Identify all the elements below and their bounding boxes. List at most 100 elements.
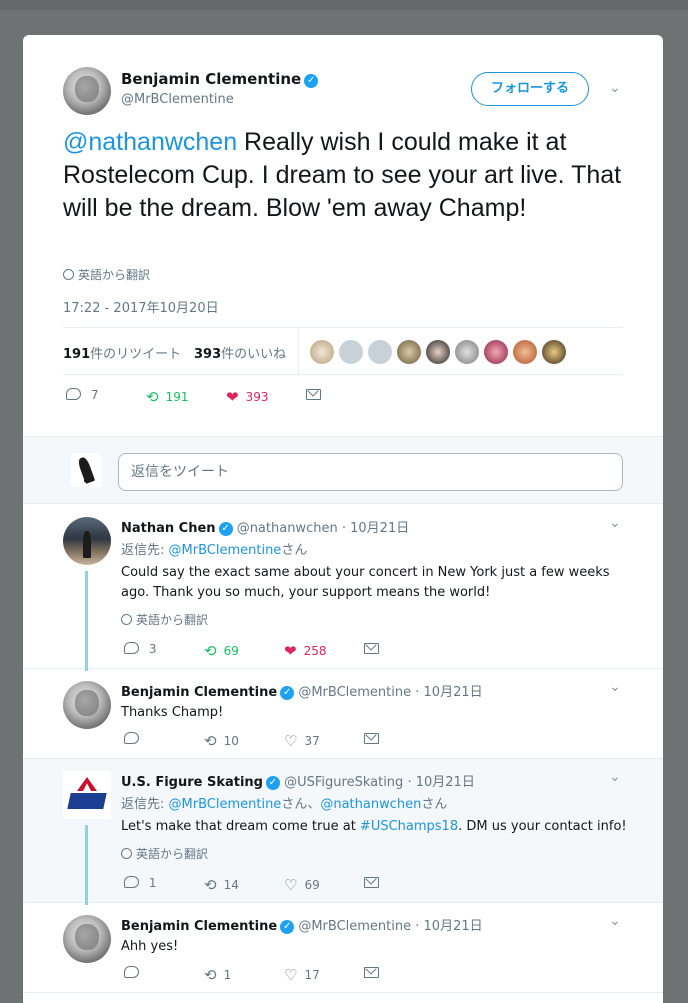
like-stat[interactable]: 393件のいいね [194, 343, 286, 362]
reply-date[interactable]: 10月21日 [416, 775, 475, 790]
like-action[interactable]: ♡ 17 [284, 966, 320, 984]
separator: · [407, 775, 412, 790]
reply-action[interactable]: 1 [124, 876, 156, 890]
chevron-down-icon[interactable]: ⌄ [609, 515, 621, 531]
reply-author-name[interactable]: Nathan Chen [121, 521, 216, 536]
mention-link[interactable]: @nathanwchen [63, 128, 237, 156]
page-background [0, 0, 688, 10]
liker-avatar[interactable] [310, 340, 334, 364]
reply-count: 3 [148, 642, 157, 656]
follow-button[interactable]: フォローする [471, 72, 589, 106]
direct-message-action[interactable] [306, 388, 321, 402]
liker-avatar[interactable] [455, 340, 479, 364]
hashtag-link[interactable]: #USChamps18 [360, 819, 458, 834]
reply-action[interactable] [124, 966, 139, 980]
reply-tweet[interactable]: Nathan Chen ✓ @nathanwchen · 10月21日 ⌄ 返信先… [23, 505, 663, 671]
reply-icon [124, 642, 139, 654]
usfs-logo-icon [77, 777, 97, 791]
translate-link[interactable]: 英語から翻訳 [63, 266, 150, 283]
liker-avatar[interactable] [484, 340, 508, 364]
heart-icon: ❤ [226, 388, 239, 406]
reply-tweet[interactable]: U.S. Figure Skating ✓ @USFigureSkating · … [23, 759, 663, 905]
reply-author-handle[interactable]: @MrBClementine [298, 919, 411, 934]
retweet-action[interactable]: ⟲ 14 [204, 876, 239, 894]
reply-actions: 1 ⟲ 14 ♡ 69 [124, 876, 424, 896]
reply-meta: Benjamin Clementine ✓ @MrBClementine · 10… [121, 681, 483, 700]
reply-meta: Nathan Chen ✓ @nathanwchen · 10月21日 [121, 517, 409, 536]
liker-avatar[interactable] [397, 340, 421, 364]
direct-message-action[interactable] [364, 876, 379, 890]
like-count: 258 [303, 644, 327, 658]
retweet-stat[interactable]: 191件のリツイート [63, 343, 181, 362]
reply-author-handle[interactable]: @nathanwchen [237, 521, 338, 536]
reply-input[interactable]: 返信をツイート [118, 453, 623, 491]
reply-to-mention[interactable]: @nathanwchen [320, 797, 421, 812]
reply-action[interactable] [124, 732, 139, 746]
liker-avatar[interactable] [368, 340, 392, 364]
liker-avatar[interactable] [513, 340, 537, 364]
direct-message-action[interactable] [364, 732, 379, 746]
translate-label[interactable]: 英語から翻訳 [78, 268, 150, 282]
liker-avatar[interactable] [426, 340, 450, 364]
reply-tweet[interactable]: Benjamin Clementine ✓ @MrBClementine · 10… [23, 669, 663, 759]
retweet-action-count: 191 [165, 390, 189, 404]
reply-to-mention[interactable]: @MrBClementine [169, 797, 282, 812]
author-handle[interactable]: @MrBClementine [121, 92, 318, 107]
reply-date[interactable]: 10月21日 [424, 685, 483, 700]
retweet-action[interactable]: ⟲ 1 [204, 966, 231, 984]
retweet-stat-label: 件のリツイート [90, 347, 182, 362]
reply-author-handle[interactable]: @USFigureSkating [284, 775, 403, 790]
author-avatar[interactable] [63, 67, 111, 115]
retweet-icon: ⟲ [146, 388, 159, 406]
reply-avatar[interactable] [63, 517, 111, 565]
reply-date[interactable]: 10月21日 [350, 521, 409, 536]
liker-avatar[interactable] [542, 340, 566, 364]
like-count: 37 [304, 734, 320, 748]
envelope-icon [364, 967, 379, 978]
like-action[interactable]: ❤ 258 [284, 642, 326, 660]
direct-message-action[interactable] [364, 966, 379, 980]
reply-author-name[interactable]: Benjamin Clementine [121, 685, 277, 700]
heart-outline-icon: ♡ [284, 732, 298, 750]
reply-to-separator: さん、 [281, 797, 321, 812]
reply-actions: ⟲ 10 ♡ 37 [124, 732, 424, 752]
translate-link[interactable]: 英語から翻訳 [121, 611, 208, 628]
like-action[interactable]: ♡ 69 [284, 876, 320, 894]
like-action[interactable]: ♡ 37 [284, 732, 320, 750]
reply-avatar[interactable] [63, 681, 111, 729]
reply-tweet[interactable]: Benjamin Clementine ✓ @MrBClementine · 10… [23, 903, 663, 993]
reply-text-after: . DM us your contact info! [458, 819, 627, 834]
reply-to-mention[interactable]: @MrBClementine [169, 543, 282, 558]
verified-badge-icon: ✓ [304, 74, 319, 88]
like-action[interactable]: ❤ 393 [226, 388, 268, 406]
translate-link[interactable]: 英語から翻訳 [121, 845, 208, 862]
retweet-action[interactable]: ⟲ 69 [204, 642, 239, 660]
chevron-down-icon[interactable]: ⌄ [609, 80, 621, 96]
author-name[interactable]: Benjamin Clementine [121, 70, 301, 88]
liker-avatar[interactable] [339, 340, 363, 364]
reply-action[interactable]: 3 [124, 642, 156, 656]
reply-meta: U.S. Figure Skating ✓ @USFigureSkating · … [121, 771, 475, 790]
reply-date[interactable]: 10月21日 [424, 919, 483, 934]
chevron-down-icon[interactable]: ⌄ [609, 769, 621, 785]
chevron-down-icon[interactable]: ⌄ [609, 679, 621, 695]
globe-icon [121, 848, 132, 859]
separator: · [415, 919, 420, 934]
chevron-down-icon[interactable]: ⌄ [609, 913, 621, 929]
like-stat-label: 件のいいね [221, 347, 287, 362]
reply-avatar[interactable] [63, 915, 111, 963]
reply-author-name[interactable]: U.S. Figure Skating [121, 775, 263, 790]
retweet-action[interactable]: ⟲ 10 [204, 732, 239, 750]
retweet-action[interactable]: ⟲ 191 [146, 388, 188, 406]
reply-avatar[interactable] [63, 771, 111, 819]
reply-action[interactable]: 7 [66, 388, 98, 402]
translate-label[interactable]: 英語から翻訳 [136, 847, 208, 861]
reply-author-handle[interactable]: @MrBClementine [298, 685, 411, 700]
reply-icon [124, 732, 139, 744]
direct-message-action[interactable] [364, 642, 379, 656]
reply-count: 1 [148, 876, 157, 890]
tweet-timestamp[interactable]: 17:22 - 2017年10月20日 [63, 297, 219, 316]
reply-author-name[interactable]: Benjamin Clementine [121, 919, 277, 934]
translate-label[interactable]: 英語から翻訳 [136, 613, 208, 627]
author-info: Benjamin Clementine ✓ @MrBClementine [121, 69, 319, 107]
